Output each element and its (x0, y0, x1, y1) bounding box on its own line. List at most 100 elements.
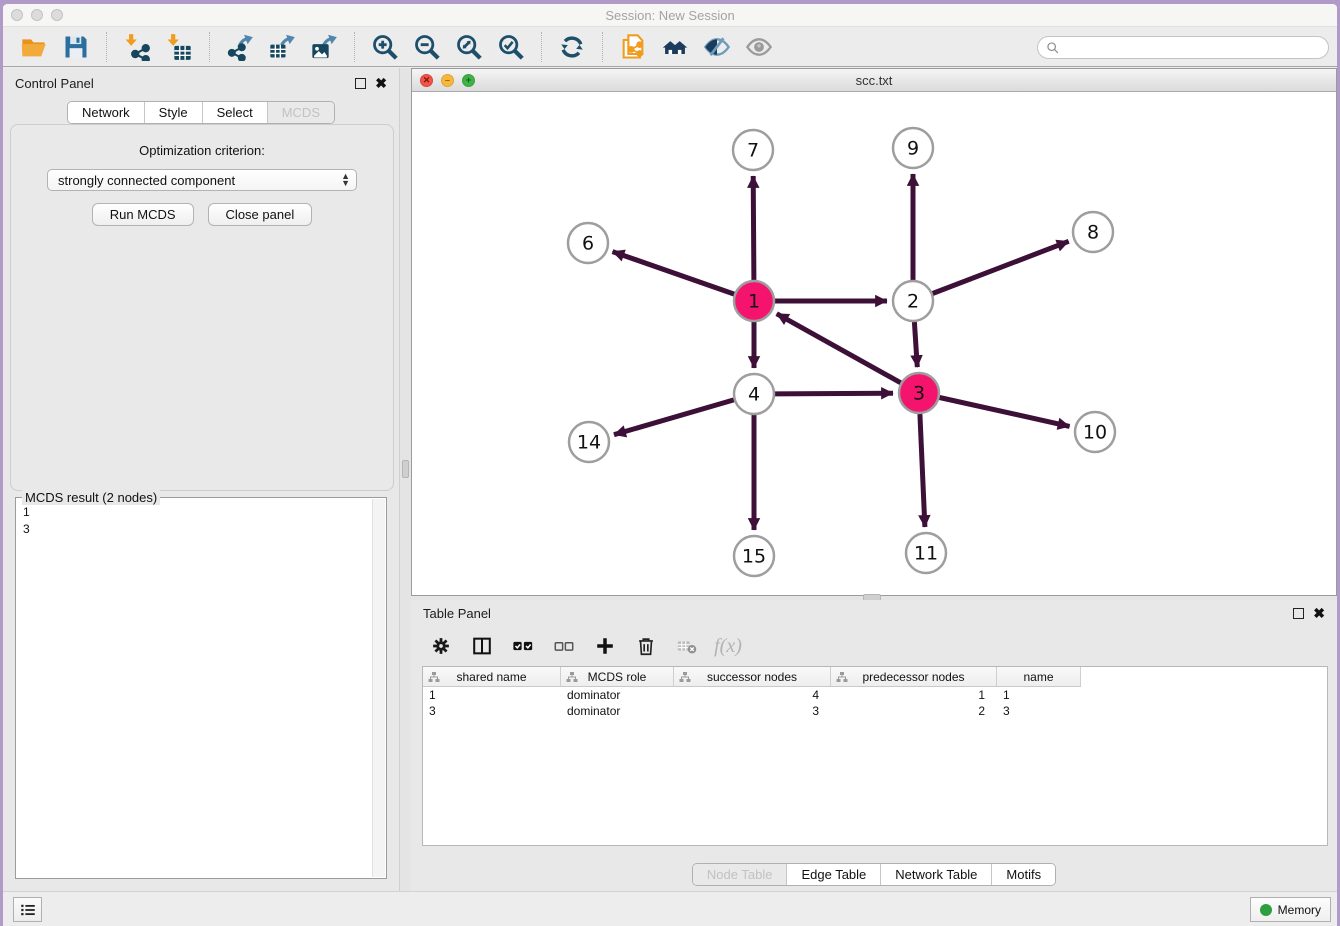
tab-network[interactable]: Network (68, 102, 144, 123)
edge-2-8[interactable] (933, 241, 1069, 293)
select-all-button[interactable] (511, 634, 535, 658)
toolbar-divider (541, 32, 542, 62)
edge-4-3[interactable] (775, 393, 893, 394)
tab-mcds[interactable]: MCDS (267, 102, 334, 123)
node-4[interactable]: 4 (734, 374, 774, 414)
edge-1-7[interactable] (753, 176, 754, 280)
node-9[interactable]: 9 (893, 128, 933, 168)
zoom-fit-button[interactable] (452, 31, 486, 63)
float-panel-icon[interactable] (355, 78, 366, 89)
svg-text:11: 11 (914, 543, 938, 565)
select-stepper-icon: ▲▼ (341, 173, 350, 187)
tab-select[interactable]: Select (202, 102, 267, 123)
column-header-shared-name[interactable]: shared name (423, 667, 561, 687)
table-row[interactable]: 3dominator323 (423, 703, 1327, 719)
svg-text:9: 9 (907, 138, 919, 160)
save-session-button[interactable] (59, 31, 93, 63)
node-3[interactable]: 3 (899, 373, 939, 413)
window-title: Session: New Session (3, 8, 1337, 23)
node-14[interactable]: 14 (569, 422, 609, 462)
table-tab-edge-table[interactable]: Edge Table (786, 864, 880, 885)
column-header-MCDS-role[interactable]: MCDS role (561, 667, 674, 687)
node-8[interactable]: 8 (1073, 212, 1113, 252)
run-mcds-button[interactable]: Run MCDS (92, 203, 194, 226)
import-table-button[interactable] (162, 31, 196, 63)
create-column-button[interactable] (593, 634, 617, 658)
show-details-button[interactable] (742, 31, 776, 63)
table-tab-node-table[interactable]: Node Table (693, 864, 787, 885)
clone-network-button[interactable] (616, 31, 650, 63)
export-image-button[interactable] (307, 31, 341, 63)
open-session-button[interactable] (17, 31, 51, 63)
column-header-successor-nodes[interactable]: successor nodes (674, 667, 831, 687)
home-icon (661, 33, 689, 61)
export-table-button[interactable] (265, 31, 299, 63)
zoom-selected-button[interactable] (494, 31, 528, 63)
node-7[interactable]: 7 (733, 130, 773, 170)
column-header-name[interactable]: name (997, 667, 1081, 687)
svg-text:2: 2 (907, 291, 919, 313)
table-tab-motifs[interactable]: Motifs (991, 864, 1055, 885)
split-handle[interactable] (402, 460, 409, 478)
optimization-label: Optimization criterion: (11, 143, 393, 158)
delete-column-button[interactable] (634, 634, 658, 658)
node-table[interactable]: shared name MCDS role successor nodes pr… (422, 666, 1328, 846)
table-cell: 3 (997, 703, 1081, 719)
open-session-icon (20, 33, 48, 61)
svg-text:4: 4 (748, 384, 760, 406)
table-row[interactable]: 1dominator411 (423, 687, 1327, 703)
edge-1-6[interactable] (613, 252, 735, 295)
show-columns-button[interactable] (470, 634, 494, 658)
deselect-all-icon (553, 635, 575, 657)
column-header-predecessor-nodes[interactable]: predecessor nodes (831, 667, 997, 687)
edge-4-14[interactable] (614, 400, 734, 435)
node-2[interactable]: 2 (893, 281, 933, 321)
memory-button[interactable]: Memory (1250, 897, 1331, 922)
delete-column-icon (635, 635, 657, 657)
toolbar-divider (354, 32, 355, 62)
hide-details-button[interactable] (700, 31, 734, 63)
export-network-button[interactable] (223, 31, 257, 63)
node-15[interactable]: 15 (734, 536, 774, 576)
node-11[interactable]: 11 (906, 533, 946, 573)
svg-text:14: 14 (577, 432, 601, 454)
edge-2-3[interactable] (914, 322, 917, 367)
refresh-layout-button[interactable] (555, 31, 589, 63)
svg-text:3: 3 (913, 383, 925, 405)
home-button[interactable] (658, 31, 692, 63)
search-box[interactable] (1037, 36, 1329, 59)
zoom-out-button[interactable] (410, 31, 444, 63)
result-scrollbar[interactable] (372, 499, 385, 877)
search-input[interactable] (1065, 41, 1320, 55)
vertical-split-divider[interactable] (399, 68, 411, 891)
close-panel-icon[interactable]: ✖ (375, 78, 387, 89)
node-1[interactable]: 1 (734, 281, 774, 321)
refresh-layout-icon (558, 33, 586, 61)
import-network-button[interactable] (120, 31, 154, 63)
node-6[interactable]: 6 (568, 223, 608, 263)
network-frame-titlebar: ✕ – + scc.txt (412, 69, 1336, 92)
criterion-select[interactable]: strongly connected component ▲▼ (47, 169, 357, 191)
control-panel-title: Control Panel (15, 76, 94, 91)
edge-3-11[interactable] (920, 414, 925, 527)
tab-style[interactable]: Style (144, 102, 202, 123)
right-column: ✕ – + scc.txt 1 2 3 4 6 7 8 9 (411, 68, 1337, 891)
table-panel-title: Table Panel (423, 606, 491, 621)
float-panel-icon[interactable] (1293, 608, 1304, 619)
edge-3-10[interactable] (940, 398, 1070, 427)
deselect-all-button[interactable] (552, 634, 576, 658)
zoom-in-button[interactable] (368, 31, 402, 63)
close-panel-button[interactable]: Close panel (208, 203, 313, 226)
zoom-in-icon (371, 33, 399, 61)
node-10[interactable]: 10 (1075, 412, 1115, 452)
task-history-button[interactable] (13, 897, 42, 922)
close-panel-icon[interactable]: ✖ (1313, 608, 1325, 619)
tab-group: NetworkStyleSelectMCDS (67, 101, 335, 124)
table-mode-button[interactable] (429, 634, 453, 658)
table-tab-network-table[interactable]: Network Table (880, 864, 991, 885)
hide-details-icon (703, 33, 731, 61)
edge-3-1[interactable] (777, 314, 901, 383)
mcds-result-list[interactable]: 13 (16, 500, 372, 876)
list-icon (19, 901, 37, 919)
network-canvas[interactable]: 1 2 3 4 6 7 8 9 10 11 14 15 (412, 92, 1336, 595)
